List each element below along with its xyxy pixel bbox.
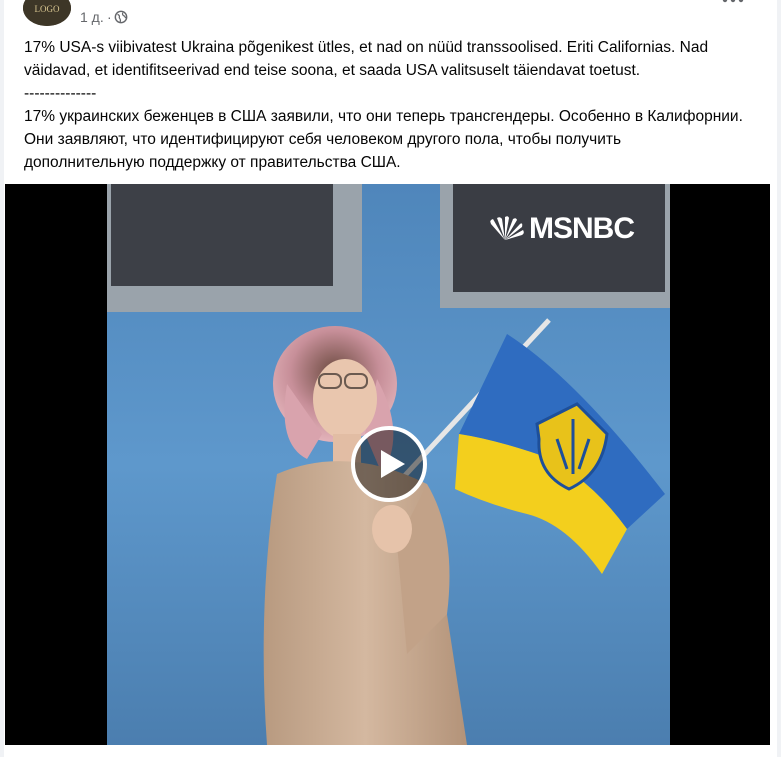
post-header: LOGO 1 д. ·: [4, 0, 777, 34]
video-player[interactable]: MSNBC: [5, 184, 770, 745]
svg-text:LOGO: LOGO: [35, 4, 60, 14]
play-button[interactable]: [351, 426, 427, 502]
post-message: 17% USA-s viibivatest Ukraina põgenikest…: [24, 36, 744, 174]
post-card: LOGO 1 д. · 17% USA-s viibivatest Ukrain…: [4, 0, 777, 757]
peacock-icon: [490, 216, 524, 240]
globe-icon: [114, 10, 128, 24]
msnbc-wordmark: MSNBC: [529, 212, 635, 245]
more-horizontal-icon: [722, 0, 744, 3]
avatar[interactable]: LOGO: [23, 0, 71, 26]
post-footer-spacer: [4, 745, 777, 757]
msnbc-logo: MSNBC: [485, 212, 635, 246]
post-text-estonian: 17% USA-s viibivatest Ukraina põgenikest…: [24, 39, 709, 79]
post-text-russian: 17% украинских беженцев в США заявили, ч…: [24, 108, 743, 171]
separator-dot: ·: [107, 9, 112, 25]
more-options-button[interactable]: [719, 0, 747, 10]
post-timestamp[interactable]: 1 д.: [80, 9, 104, 25]
post-text-divider: --------------: [24, 85, 97, 102]
